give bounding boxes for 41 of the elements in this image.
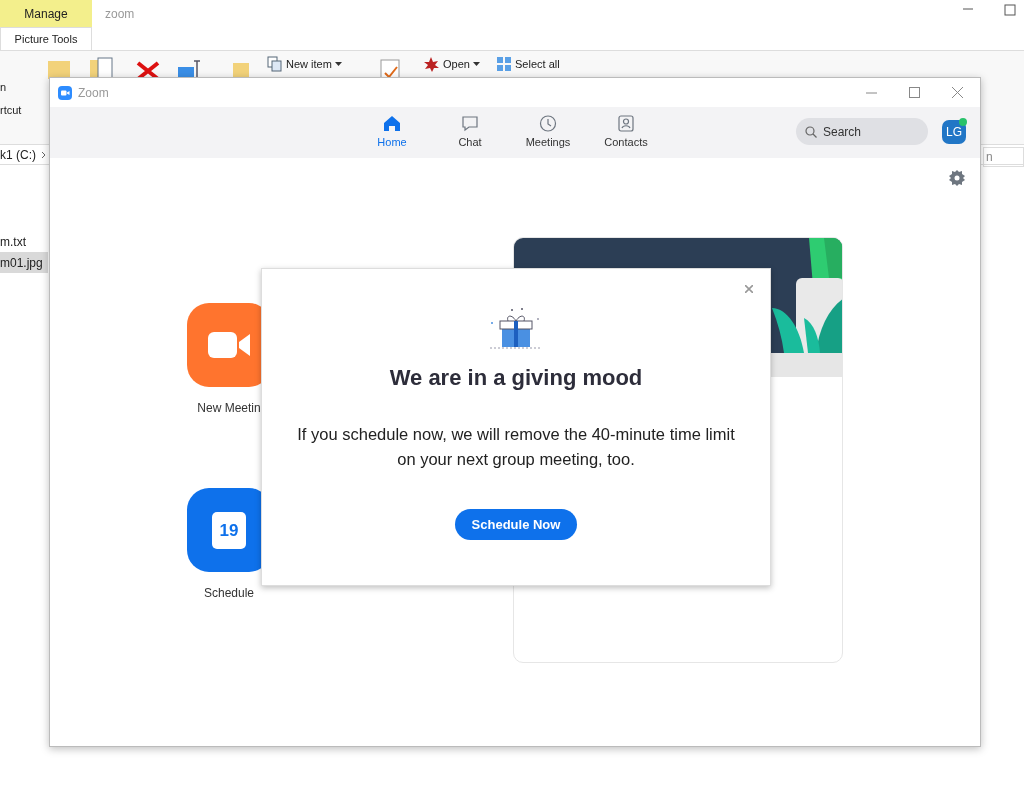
video-camera-icon	[208, 332, 250, 358]
dialog-message: If you schedule now, we will remove the 40-minute time limit on your next group meeting, too.	[296, 424, 736, 470]
ribbon-label: rtcut	[0, 102, 22, 118]
address-bar[interactable]: k1 (C:)	[0, 145, 36, 164]
ribbon-button[interactable]: Open	[422, 56, 480, 73]
maximize-icon[interactable]	[909, 87, 920, 98]
file-item[interactable]: m01.jpg	[0, 252, 48, 273]
contact-icon	[617, 114, 635, 132]
dialog-title: We are in a giving mood	[389, 364, 643, 392]
tile-label: Schedule	[203, 585, 254, 602]
ribbon-button[interactable]: Select all	[496, 56, 560, 73]
window-title: zoom	[105, 6, 135, 23]
maximize-icon[interactable]	[1004, 4, 1016, 16]
home-icon	[383, 114, 401, 132]
search-field[interactable]: n	[983, 147, 1024, 167]
camera-icon	[58, 85, 72, 100]
search-icon	[805, 126, 817, 138]
chevron-right-icon	[41, 150, 47, 159]
avatar[interactable]: LG	[942, 120, 966, 144]
select-all-icon	[496, 56, 512, 73]
contextual-tab[interactable]: Manage	[0, 0, 92, 27]
nav-tab[interactable]: Chat	[442, 114, 498, 151]
nav-tab[interactable]: Home	[364, 114, 420, 151]
search-field[interactable]: Search	[796, 118, 928, 145]
settings-icon[interactable]	[949, 170, 965, 186]
folder-icon	[47, 59, 71, 81]
chat-icon	[461, 114, 479, 132]
close-icon[interactable]	[745, 285, 753, 293]
calendar-icon: 19	[212, 511, 246, 549]
clock-icon	[539, 114, 557, 132]
ribbon-label: n	[0, 80, 8, 95]
file-item[interactable]: m.txt	[0, 231, 48, 252]
window-title: Zoom	[78, 84, 109, 102]
nav-tab[interactable]: Contacts	[598, 114, 654, 151]
close-icon[interactable]	[952, 87, 963, 98]
ribbon-button[interactable]: New item	[267, 56, 342, 73]
tile-label: New Meetin	[197, 400, 261, 417]
schedule-now-button[interactable]: Schedule Now	[455, 509, 577, 540]
new-item-icon	[267, 56, 283, 73]
open-icon	[422, 56, 440, 73]
nav-tab[interactable]: Meetings	[520, 114, 576, 151]
